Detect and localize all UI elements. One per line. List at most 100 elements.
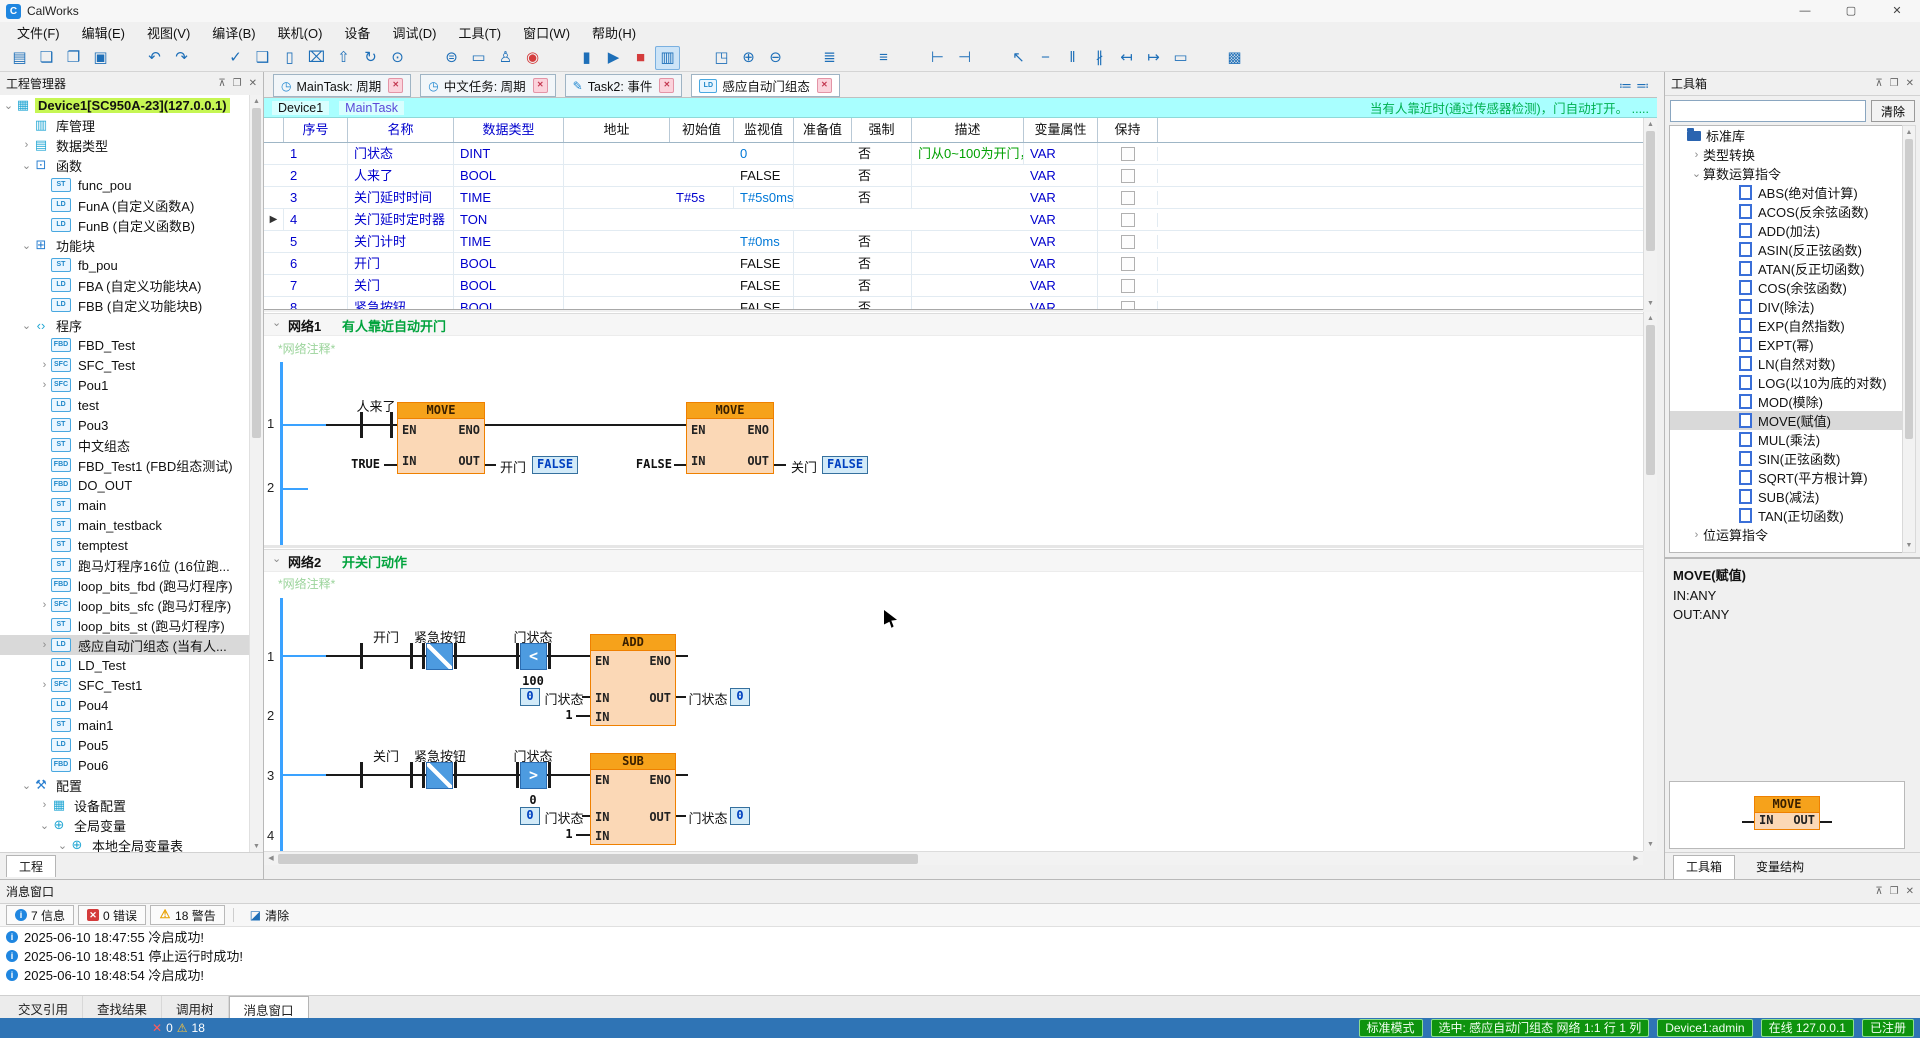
tree-item[interactable]: ⌄ ⊕ 本地全局变量表 xyxy=(0,835,250,853)
tree-item[interactable]: ST 跑马灯程序16位 (16位跑... xyxy=(0,555,250,575)
tab-close-icon[interactable]: ✕ xyxy=(388,78,403,93)
contact[interactable] xyxy=(548,762,551,788)
variable-description[interactable]: 门从0~100为开门，门从... xyxy=(912,143,1024,164)
monitor-value[interactable]: 0 xyxy=(734,143,794,164)
retain-checkbox[interactable] xyxy=(1121,213,1135,227)
stop-icon[interactable]: ■ xyxy=(628,46,653,70)
retain-checkbox[interactable] xyxy=(1121,169,1135,183)
tree-item[interactable]: LD LD_Test xyxy=(0,655,250,675)
toolbox-item[interactable]: EXPT(幂) xyxy=(1670,335,1904,354)
mode-icon[interactable]: ▩ xyxy=(1222,46,1247,70)
run-icon[interactable]: ▶ xyxy=(601,46,626,70)
log-row[interactable]: i 2025-06-10 18:48:51 停止运行时成功! xyxy=(0,946,1920,965)
tree-item[interactable]: ⌄ ⊞ 功能块 xyxy=(0,235,250,255)
redo-icon[interactable]: ↷ xyxy=(169,46,194,70)
tree-item[interactable]: › SFC loop_bits_sfc (跑马灯程序) xyxy=(0,595,250,615)
tree-item[interactable]: ST loop_bits_st (跑马灯程序) xyxy=(0,615,250,635)
input-constant[interactable]: 1 xyxy=(564,827,574,841)
menu-item[interactable]: 文件(F) xyxy=(6,22,71,45)
sep[interactable] xyxy=(1195,46,1220,70)
variable-name[interactable]: 关门计时 xyxy=(348,231,454,252)
sep[interactable] xyxy=(979,46,1004,70)
tree-item[interactable]: FBD Pou6 xyxy=(0,755,250,775)
retain-checkbox[interactable] xyxy=(1121,301,1135,311)
toolbox-item[interactable]: LOG(以10为底的对数) xyxy=(1670,373,1904,392)
insert-left-icon[interactable]: ↤ xyxy=(1114,46,1139,70)
search-icon[interactable]: ⊙ xyxy=(385,46,410,70)
tab-close-icon[interactable]: ✕ xyxy=(817,78,832,93)
float-icon[interactable]: ❐ xyxy=(1890,78,1899,89)
variable-row[interactable]: 8 紧急按钮 BOOL FALSE 否 VAR xyxy=(264,297,1643,310)
compare-value[interactable]: 100 xyxy=(518,674,548,688)
toolbox-item[interactable]: ATAN(反正切函数) xyxy=(1670,259,1904,278)
variable-type[interactable]: BOOL xyxy=(454,297,564,310)
close-panel-icon[interactable]: ✕ xyxy=(1906,78,1914,89)
save-icon[interactable]: ▣ xyxy=(88,46,113,70)
tab-door-config[interactable]: LD 感应自动门组态 ✕ xyxy=(691,74,840,97)
contact[interactable] xyxy=(360,412,363,438)
contact[interactable] xyxy=(390,412,393,438)
contact[interactable] xyxy=(410,643,413,669)
add-branch-icon[interactable]: ⊢ xyxy=(925,46,950,70)
contact[interactable] xyxy=(516,762,519,788)
expander-icon[interactable]: › xyxy=(38,799,51,811)
close-button[interactable]: ✕ xyxy=(1874,0,1920,22)
undo-icon[interactable]: ↶ xyxy=(142,46,167,70)
tree-item[interactable]: ▥ 库管理 xyxy=(0,115,250,135)
tree-item[interactable]: ⌄ ⊡ 函数 xyxy=(0,155,250,175)
variable-name[interactable]: 紧急按钮 xyxy=(348,297,454,310)
menu-item[interactable]: 工具(T) xyxy=(447,22,512,45)
delete-icon[interactable]: ⌧ xyxy=(304,46,329,70)
sep[interactable] xyxy=(844,46,869,70)
variable-type[interactable]: BOOL xyxy=(454,275,564,296)
input-value-box[interactable]: 0 xyxy=(520,688,540,706)
variable-name[interactable]: 关门延时定时器 xyxy=(348,209,454,230)
zoom-out-icon[interactable]: ⊖ xyxy=(763,46,788,70)
expander-icon[interactable]: ⌄ xyxy=(20,319,33,332)
align-icon[interactable]: ≡ xyxy=(871,46,896,70)
paste-icon[interactable]: ▯ xyxy=(277,46,302,70)
toolbox-item[interactable]: MOD(模除) xyxy=(1670,392,1904,411)
expander-icon[interactable]: › xyxy=(1690,149,1703,161)
contact[interactable] xyxy=(422,762,425,788)
log-row[interactable]: i 2025-06-10 18:47:55 冷启成功! xyxy=(0,927,1920,946)
tree-item[interactable]: › SFC SFC_Test1 xyxy=(0,675,250,695)
tree-item[interactable]: › ▤ 数据类型 xyxy=(0,135,250,155)
move-block[interactable]: MOVE EN ENO IN OUT xyxy=(397,402,485,474)
tree-item[interactable]: ST main1 xyxy=(0,715,250,735)
variable-row[interactable]: ▶ 4 关门延时定时器 TON VAR xyxy=(264,209,1643,231)
input-value-box[interactable]: 0 xyxy=(520,807,540,825)
bottom-tab[interactable]: 查找结果 xyxy=(83,996,162,1018)
contact[interactable] xyxy=(454,762,457,788)
insert-line-icon[interactable]: − xyxy=(1033,46,1058,70)
float-icon[interactable]: ❐ xyxy=(1890,886,1899,897)
maximize-button[interactable]: ▢ xyxy=(1828,0,1874,22)
output-variable-label[interactable]: 门状态 xyxy=(688,689,728,708)
sub-block[interactable]: SUB EN ENO IN OUT IN xyxy=(590,753,676,845)
pin-icon[interactable]: ⊼ xyxy=(1875,886,1882,897)
contact[interactable] xyxy=(360,643,363,669)
toolbox-clear-button[interactable]: 清除 xyxy=(1871,100,1915,122)
expander-icon[interactable]: ⌄ xyxy=(56,839,69,852)
zoom-in-icon[interactable]: ⊕ xyxy=(736,46,761,70)
retain-checkbox[interactable] xyxy=(1121,257,1135,271)
expander-icon[interactable]: › xyxy=(38,679,51,691)
expander-icon[interactable]: ⌄ xyxy=(1690,167,1703,180)
output-value-box[interactable]: 0 xyxy=(730,807,750,825)
tree-item[interactable]: FBD FBD_Test xyxy=(0,335,250,355)
tree-item[interactable]: LD FBB (自定义功能块B) xyxy=(0,295,250,315)
monitor-mode-icon[interactable]: ▥ xyxy=(655,46,680,70)
variable-name[interactable]: 关门 xyxy=(348,275,454,296)
toolbox-item[interactable]: ADD(加法) xyxy=(1670,221,1904,240)
pin-icon[interactable]: ⊼ xyxy=(1875,78,1882,89)
menu-item[interactable]: 帮助(H) xyxy=(581,22,647,45)
sep[interactable] xyxy=(682,46,707,70)
tree-item[interactable]: ST fb_pou xyxy=(0,255,250,275)
toolbox-item[interactable]: SQRT(平方根计算) xyxy=(1670,468,1904,487)
tab-task2[interactable]: ✎ Task2: 事件 ✕ xyxy=(565,74,683,97)
pin-icon[interactable]: ⊼ xyxy=(218,78,225,89)
monitor-value[interactable]: FALSE xyxy=(734,165,794,186)
toolbox-item[interactable]: ⌄ 算数运算指令 xyxy=(1670,164,1904,183)
select-arrow-icon[interactable]: ↖ xyxy=(1006,46,1031,70)
variable-type[interactable]: BOOL xyxy=(454,253,564,274)
